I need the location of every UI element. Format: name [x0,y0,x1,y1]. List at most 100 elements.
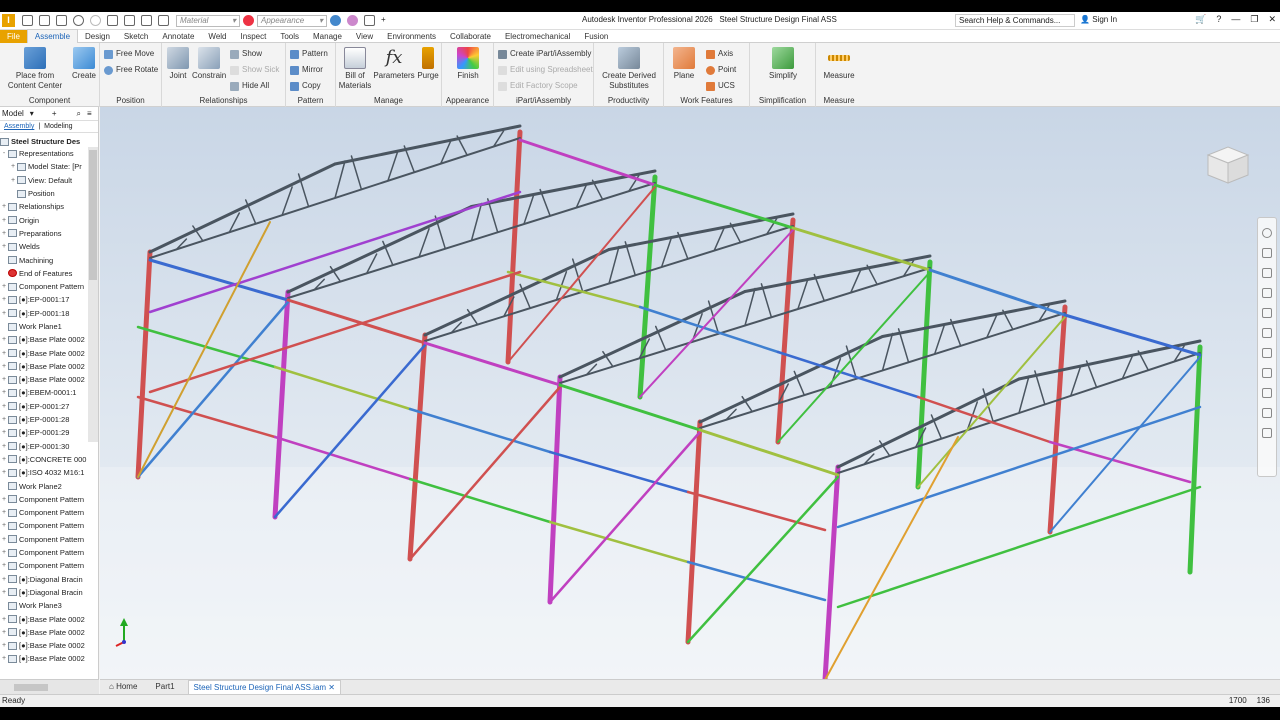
close-icon[interactable]: ✕ [328,683,335,692]
finish-button[interactable]: Finish [452,47,484,81]
free-orbit-icon[interactable] [1262,388,1272,398]
ucs-button[interactable]: UCS [706,81,735,91]
truss-web[interactable] [281,186,293,216]
tree-item[interactable]: + [●]:ISO 4032 M16:1 [0,466,88,479]
girt[interactable] [136,395,277,439]
eave-beam[interactable] [558,383,702,432]
tree-item[interactable]: + [●]:EP-0001:17 [0,293,88,306]
steering-wheel-icon[interactable] [1262,228,1272,238]
create-ipart-button[interactable]: Create iPart/iAssembly [498,49,591,59]
undo-icon[interactable] [73,15,84,26]
expand-toggle[interactable]: + [0,307,8,320]
tree-item[interactable]: + Model State: [Pr [0,160,88,173]
hscroll-thumb[interactable] [14,684,48,691]
parameters-icon[interactable] [364,15,375,26]
parameters-button[interactable]: fx Parameters [373,47,415,81]
expand-toggle[interactable]: + [0,613,8,626]
expand-toggle[interactable]: + [0,426,8,439]
tab-electromechanical[interactable]: Electromechanical [498,30,577,43]
constrain-button[interactable]: Constrain [192,47,226,81]
truss-web[interactable] [881,332,894,372]
expand-toggle[interactable]: + [9,160,17,173]
tree-item[interactable]: + Origin [0,213,88,226]
panel-name-component[interactable]: Component [0,96,99,105]
simplify-button[interactable]: Simplify [764,47,802,81]
column[interactable] [505,129,523,365]
truss-web[interactable] [523,193,535,225]
tab-modeling[interactable]: Modeling [44,123,72,130]
expand-toggle[interactable]: + [0,519,8,532]
material-combo[interactable]: Material ▾ [176,14,240,27]
expand-toggle[interactable]: + [0,453,8,466]
tree-item[interactable]: + Component Pattern [0,546,88,559]
browser-scrollbar[interactable] [88,147,98,442]
cart-icon[interactable]: 🛒 [1195,14,1206,25]
truss-web[interactable] [470,202,483,242]
hide-all-button[interactable]: Hide All [230,81,269,91]
expand-toggle[interactable]: + [0,493,8,506]
expand-toggle[interactable]: + [0,559,8,572]
tree-item[interactable]: + [●]:Base Plate 0002 [0,373,88,386]
truss-web[interactable] [608,245,620,285]
expand-toggle[interactable]: + [0,360,8,373]
tab-assembly[interactable]: Assembly [4,123,34,130]
tab-view[interactable]: View [349,30,380,43]
expand-toggle[interactable]: - [0,147,8,160]
tree-item[interactable]: + Component Pattern [0,519,88,532]
tree-item[interactable]: + [●]:Diagonal Bracin [0,586,88,599]
expand-toggle[interactable]: + [0,333,8,346]
tab-assemble[interactable]: Assemble [26,29,79,43]
eave-beam[interactable] [423,341,562,387]
joint-button[interactable]: Joint [165,47,191,81]
tree-item[interactable]: Work Plane3 [0,599,88,612]
truss-web[interactable] [1069,365,1082,397]
tab-manage[interactable]: Manage [306,30,349,43]
eave-beam[interactable] [653,183,795,230]
create-component-button[interactable]: Create [70,47,98,81]
truss-web[interactable] [1018,375,1030,414]
update-icon[interactable] [141,15,152,26]
tree-item[interactable]: + Component Pattern [0,559,88,572]
tree-item[interactable]: + [●]:CONCRETE 000 [0,453,88,466]
scroll-thumb[interactable] [89,150,97,280]
expand-toggle[interactable]: + [0,533,8,546]
save-icon[interactable] [56,15,67,26]
tree-item[interactable]: + [●]:Diagonal Bracin [0,573,88,586]
girt[interactable] [408,407,552,454]
search-icon[interactable]: ⌕ [76,109,80,119]
bill-of-materials-button[interactable]: Bill of Materials [338,47,372,91]
add-icon[interactable]: + [52,109,57,118]
tab-design[interactable]: Design [78,30,117,43]
sign-in-button[interactable]: 👤 Sign In [1080,15,1117,24]
tree-item[interactable]: + [●]:EP-0001:27 [0,400,88,413]
tree-item[interactable]: + [●]:EBEM-0001:1 [0,386,88,399]
expand-toggle[interactable]: + [0,506,8,519]
tree-item[interactable]: Position [0,187,88,200]
home-icon[interactable] [107,15,118,26]
diagonal-bracing[interactable] [917,316,1066,488]
tree-item[interactable]: + Relationships [0,200,88,213]
panel-name-relationships[interactable]: Relationships [162,96,285,105]
color-override-icon[interactable] [330,15,341,26]
inventor-logo[interactable]: I [2,14,15,27]
zoom-selected-icon[interactable] [1262,368,1272,378]
search-input[interactable]: Search Help & Commands... [955,14,1075,27]
expand-toggle[interactable]: + [0,214,8,227]
tree-item[interactable]: + Preparations [0,227,88,240]
expand-toggle[interactable]: + [0,466,8,479]
end-wall-girt[interactable] [148,190,522,314]
show-sick-button[interactable]: Show Sick [230,65,279,75]
truss-web[interactable] [933,323,946,355]
close-icon[interactable]: ✕ [1268,14,1276,25]
tab-sketch[interactable]: Sketch [117,30,155,43]
graphics-viewport[interactable] [100,107,1280,679]
select-icon[interactable] [124,15,135,26]
truss-web[interactable] [660,236,673,268]
tab-fusion[interactable]: Fusion [577,30,615,43]
appearance-combo[interactable]: Appearance ▾ [257,14,327,27]
measure-icon[interactable] [158,15,169,26]
place-content-center-button[interactable]: Place from Content Center [4,47,66,91]
customize-icon[interactable]: + [381,15,392,26]
mirror-button[interactable]: Mirror [290,65,323,75]
clear-appearance-icon[interactable] [347,15,358,26]
